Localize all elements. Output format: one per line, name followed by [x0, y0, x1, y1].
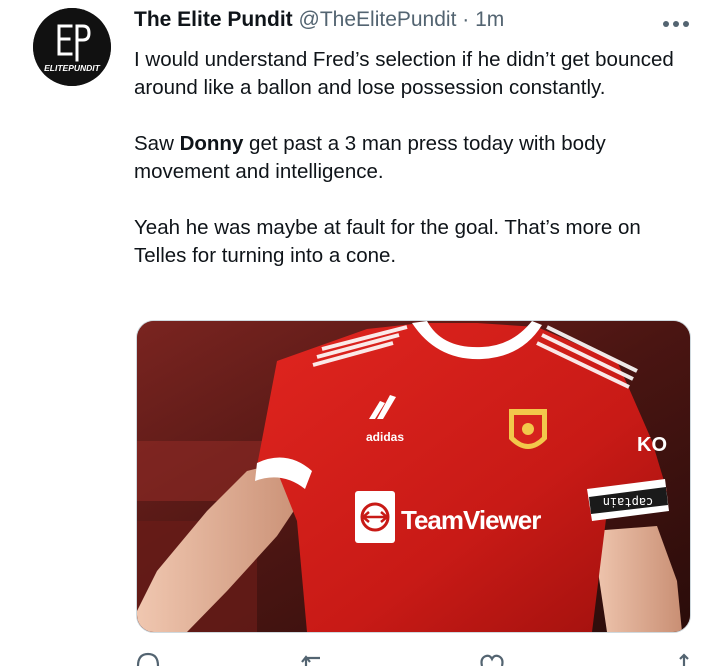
bold-name: Donny: [179, 132, 244, 155]
tweet-photo[interactable]: captain adidas KO TeamViewer: [136, 320, 691, 633]
armband-text: captain: [603, 495, 654, 509]
tweet-paragraph-3: Yeah he was maybe at fault for the goal.…: [134, 216, 641, 267]
paragraph-2-start: Saw: [134, 132, 180, 155]
elite-pundit-logo: ELITEPUNDIT: [33, 8, 111, 86]
separator-dot: ·: [462, 8, 470, 31]
reply-icon[interactable]: [134, 652, 162, 666]
tweet-text: I would understand Fred’s selection if h…: [134, 46, 694, 270]
more-horizontal-icon[interactable]: [660, 10, 692, 34]
avatar-wordmark: ELITEPUNDIT: [44, 63, 101, 73]
sleeve-sponsor-text: KO: [637, 434, 667, 456]
club-crest: [509, 409, 547, 449]
sponsor-text: TeamViewer: [401, 505, 541, 535]
brand-text: adidas: [366, 430, 404, 444]
avatar[interactable]: ELITEPUNDIT: [33, 8, 111, 86]
share-icon[interactable]: [670, 652, 698, 666]
tweet-paragraph-1: I would understand Fred’s selection if h…: [134, 48, 674, 99]
tweet-paragraph-2: Saw Donny get past a 3 man press today w…: [134, 130, 694, 186]
timestamp[interactable]: 1m: [475, 8, 504, 31]
tweet-actions: [134, 652, 694, 666]
tweet: ELITEPUNDIT The Elite Pundit @TheElitePu…: [0, 0, 720, 666]
tweet-header: The Elite Pundit @TheElitePundit · 1m: [134, 8, 504, 32]
teamviewer-logo: [355, 491, 395, 543]
football-shirt-photo: captain adidas KO TeamViewer: [137, 321, 690, 632]
user-handle[interactable]: @TheElitePundit: [299, 8, 457, 31]
display-name[interactable]: The Elite Pundit: [134, 8, 293, 31]
like-icon[interactable]: [478, 652, 506, 666]
retweet-icon[interactable]: [300, 652, 328, 666]
